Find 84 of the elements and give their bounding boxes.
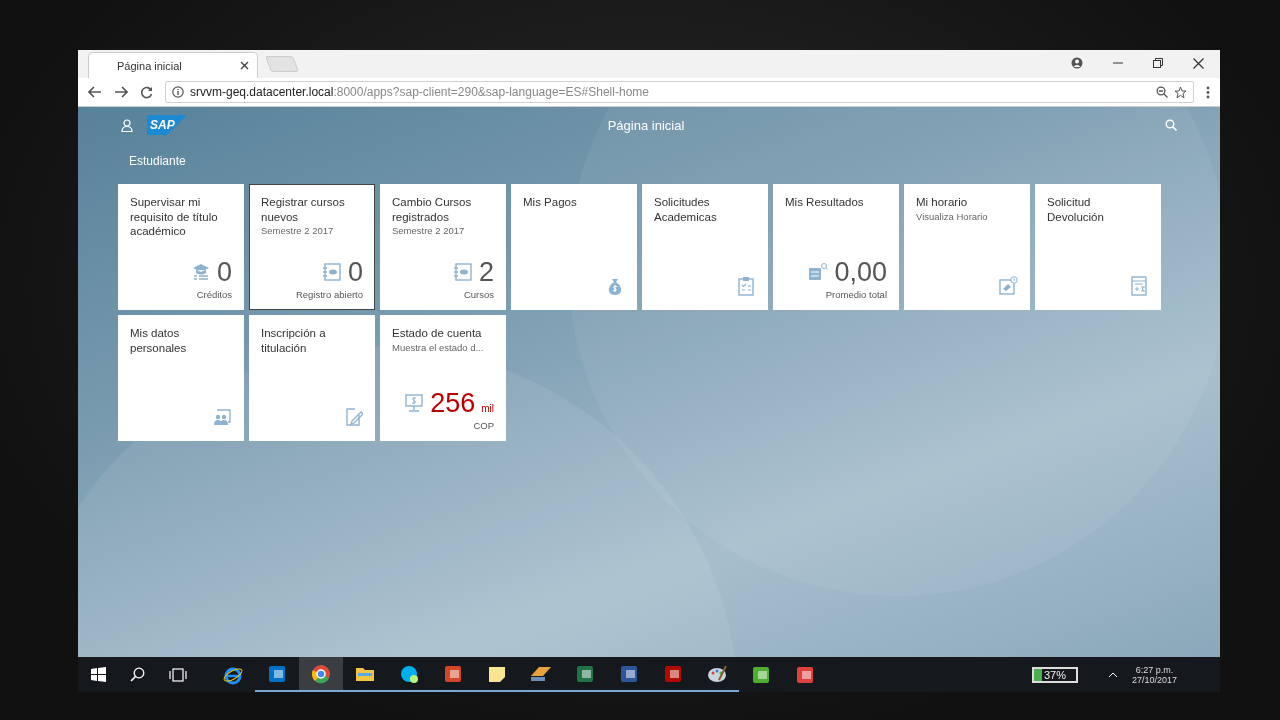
outlook-app-icon xyxy=(267,663,287,684)
user-icon[interactable] xyxy=(121,118,133,132)
tile-subtitle: Muestra el estado d... xyxy=(392,341,485,353)
tile-title: Supervisar mi requisito de título académico xyxy=(130,195,219,239)
page-title: Página inicial xyxy=(606,117,686,133)
tile-subtitle: Semestre 2 2017 xyxy=(261,225,335,236)
camtasia-app-icon xyxy=(751,664,771,685)
tile-footer: Promedio total xyxy=(785,289,887,300)
monitor-dollar-icon xyxy=(404,393,425,413)
tile-title: Estado de cuenta xyxy=(392,326,483,341)
profile-icon[interactable] xyxy=(1071,57,1083,69)
reload-icon[interactable] xyxy=(140,85,153,99)
notebook-icon xyxy=(321,262,342,282)
app-tile[interactable]: Solicitud Devolución xyxy=(1035,184,1161,310)
browser-tab[interactable]: Página inicial xyxy=(88,52,258,78)
app-tile[interactable]: Mi horario Visualiza Horario xyxy=(904,184,1030,310)
menu-icon[interactable] xyxy=(1206,85,1210,99)
sap-logo[interactable]: SAP xyxy=(147,115,187,135)
close-icon[interactable] xyxy=(240,61,249,70)
tile-title: Mis datos personales xyxy=(130,326,188,355)
tile-title: Mis Resultados xyxy=(785,195,865,210)
app-tile[interactable]: Estado de cuenta Muestra el estado d... 256 mil COP xyxy=(380,315,506,441)
tile-title: Solicitud Devolución xyxy=(1047,195,1105,224)
clock-doc-icon xyxy=(998,276,1018,296)
restore-icon[interactable] xyxy=(1153,58,1163,68)
clock-date: 27/10/2017 xyxy=(1131,674,1177,685)
tile-number: 256 xyxy=(430,389,476,417)
zoom-icon[interactable] xyxy=(1156,86,1168,98)
skype-app-icon xyxy=(399,663,419,684)
task-view-icon[interactable] xyxy=(169,667,187,682)
url-text: srvvm-geq.datacenter.local:8000/apps?sap-client=290&sap-language=ES#Shell-home xyxy=(190,85,649,99)
paint-app-icon xyxy=(707,663,727,684)
recorder-app-icon xyxy=(795,664,815,685)
tile-number: 0 xyxy=(216,258,232,286)
tile-footer: Registro abierto xyxy=(261,289,363,300)
chart-search-icon xyxy=(808,262,829,282)
tile-number: 0,00 xyxy=(834,258,887,286)
tile-subtitle: Visualiza Horario xyxy=(916,210,989,222)
back-icon[interactable] xyxy=(88,86,102,98)
notebook-icon xyxy=(452,262,473,282)
powerpoint-app-icon xyxy=(443,663,463,684)
battery-indicator[interactable]: 37% xyxy=(1031,666,1078,683)
group-title: Estudiante xyxy=(128,153,187,170)
app-tile[interactable]: Solicitudes Academicas xyxy=(642,184,768,310)
star-icon[interactable] xyxy=(1174,85,1187,99)
clipboard-icon xyxy=(736,276,756,296)
tile-number: 2 xyxy=(478,258,494,286)
acrobat-app-icon xyxy=(663,663,683,684)
chrome-app-icon xyxy=(311,663,331,684)
tile-title: Mi horario xyxy=(916,195,969,210)
word-app-icon xyxy=(619,663,639,684)
invoice-icon xyxy=(1129,276,1149,296)
battery-percent: 37% xyxy=(1041,668,1068,681)
chevron-up-icon[interactable] xyxy=(1107,671,1118,678)
pen-doc-icon xyxy=(343,407,363,427)
tile-title: Inscripción a titulación xyxy=(261,326,327,355)
app-tile[interactable]: Inscripción a titulación xyxy=(249,315,375,441)
app-tile[interactable]: Registrar cursos nuevos Semestre 2 2017 0 Registro abierto xyxy=(249,184,375,310)
info-icon[interactable] xyxy=(172,86,184,98)
windows-start-icon[interactable] xyxy=(91,667,106,682)
app-tile[interactable]: Mis Pagos xyxy=(511,184,637,310)
tile-title: Cambio Cursos registrados xyxy=(392,195,473,224)
tile-footer: Cursos xyxy=(392,289,494,300)
clock-time: 6:27 p.m. xyxy=(1135,664,1174,675)
people-board-icon xyxy=(212,407,232,427)
excel-app-icon xyxy=(575,663,595,684)
tile-title: Mis Pagos xyxy=(523,195,578,210)
tile-title: Solicitudes Academicas xyxy=(654,195,718,224)
tab-title: Página inicial xyxy=(117,59,182,72)
tile-number: 0 xyxy=(347,258,363,286)
tile-footer: Créditos xyxy=(130,289,232,300)
close-icon[interactable] xyxy=(1193,57,1204,69)
taskbar-app[interactable] xyxy=(299,657,343,692)
app-tile[interactable]: Mis datos personales xyxy=(118,315,244,441)
app-tile[interactable]: Mis Resultados 0,00 Promedio total xyxy=(773,184,899,310)
tile-title: Registrar cursos nuevos xyxy=(261,195,346,224)
tile-footer: COP xyxy=(392,420,494,431)
app-tile[interactable]: Cambio Cursos registrados Semestre 2 2017 2 Cursos xyxy=(380,184,506,310)
search-icon[interactable] xyxy=(130,667,145,682)
tile-subtitle: Semestre 2 2017 xyxy=(392,225,466,236)
tile-unit: mil xyxy=(481,403,494,414)
forward-icon[interactable] xyxy=(114,86,128,98)
address-bar[interactable]: srvvm-geq.datacenter.local:8000/apps?sap-client=290&sap-language=ES#Shell-home xyxy=(165,81,1194,103)
app-tile[interactable]: Supervisar mi requisito de título académico 0 Créditos xyxy=(118,184,244,310)
